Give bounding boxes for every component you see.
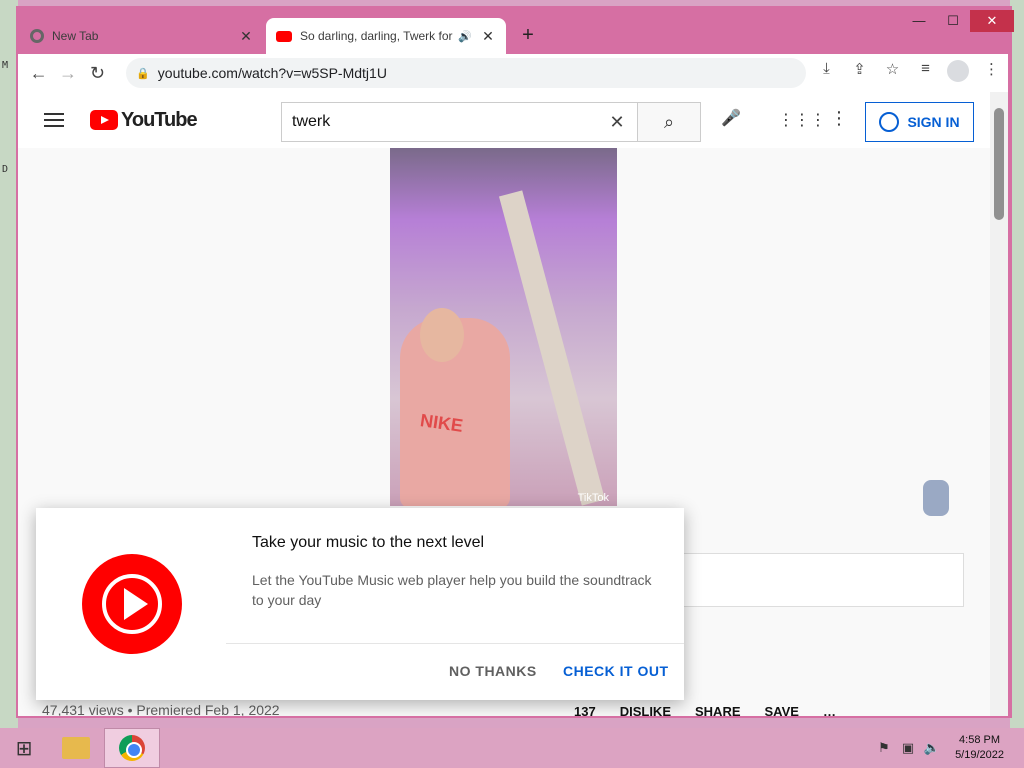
divider <box>226 643 684 644</box>
more-options-icon[interactable]: ⋮ <box>830 108 848 129</box>
tiktok-watermark: TikTok <box>577 492 609 504</box>
video-scene <box>498 190 606 506</box>
forward-arrow-icon[interactable]: → <box>53 63 82 84</box>
apps-grid-icon[interactable]: ⋮⋮⋮ <box>778 110 826 130</box>
sign-in-button[interactable]: SIGN IN <box>865 102 974 142</box>
chrome-icon <box>119 735 145 761</box>
taskbar-file-explorer[interactable] <box>48 728 104 768</box>
url-text: youtube.com/watch?v=w5SP-Mdtj1U <box>157 65 387 81</box>
close-window-button[interactable]: ✕ <box>970 10 1014 32</box>
media-control-icon[interactable]: ≡ <box>909 60 942 86</box>
page-scrollbar[interactable] <box>990 92 1008 716</box>
menu-dots-icon[interactable]: ⋮ <box>975 60 1008 86</box>
flag-icon[interactable]: ⚑ <box>872 740 896 756</box>
back-arrow-icon[interactable]: ← <box>24 63 53 84</box>
folder-icon <box>62 737 90 759</box>
save-button[interactable]: SAVE <box>765 704 799 716</box>
new-tab-button[interactable]: + <box>516 24 540 47</box>
youtube-favicon-icon <box>276 30 292 42</box>
maximize-button[interactable]: ☐ <box>936 10 970 32</box>
tab-strip: New Tab ✕ So darling, darling, Twerk for… <box>16 6 1014 54</box>
scrollbar-thumb[interactable] <box>994 108 1004 220</box>
clear-search-icon[interactable]: ✕ <box>597 112 637 133</box>
youtube-page: YouTube twerk ✕ ⌕ 🎤 ⋮⋮⋮ ⋮ SIGN IN NIKE T… <box>18 92 1008 716</box>
search-button[interactable]: ⌕ <box>637 102 701 142</box>
microphone-icon[interactable]: 🎤 <box>718 108 744 134</box>
hamburger-menu-icon[interactable] <box>44 109 64 131</box>
search-icon: ⌕ <box>663 112 675 132</box>
video-meta: 47,431 views • Premiered Feb 1, 2022 <box>42 702 280 716</box>
profile-icon[interactable] <box>942 60 975 86</box>
youtube-music-logo-icon <box>82 554 182 654</box>
no-thanks-button[interactable]: NO THANKS <box>449 663 537 679</box>
system-tray: ⚑ ▣ 🔈 <box>872 740 944 756</box>
dialog-title: Take your music to the next level <box>252 534 485 551</box>
more-actions-button[interactable]: … <box>823 704 836 716</box>
chrome-icon <box>30 29 44 43</box>
check-it-out-button[interactable]: CHECK IT OUT <box>563 663 669 679</box>
side-panel-box <box>678 553 964 607</box>
video-player[interactable]: NIKE TikTok <box>390 148 617 506</box>
tab-new-tab[interactable]: New Tab ✕ <box>20 18 264 54</box>
close-icon[interactable]: ✕ <box>480 28 496 45</box>
dialog-body: Let the YouTube Music web player help yo… <box>252 572 652 608</box>
download-icon[interactable]: ⤓ <box>810 60 843 86</box>
share-icon[interactable]: ⇪ <box>843 60 876 86</box>
desktop-glyph: D <box>2 164 9 175</box>
like-button[interactable]: 137 <box>574 704 596 716</box>
speaker-icon[interactable]: 🔊 <box>458 30 474 43</box>
sign-in-label: SIGN IN <box>907 114 960 130</box>
channel-avatar[interactable] <box>923 480 949 516</box>
search-value: twerk <box>292 113 331 130</box>
desktop-right-strip <box>1010 0 1024 728</box>
youtube-logo[interactable]: YouTube <box>90 108 198 132</box>
reload-icon[interactable]: ↻ <box>83 63 112 84</box>
taskbar-chrome[interactable] <box>104 728 160 768</box>
youtube-wordmark: YouTube <box>121 108 198 131</box>
browser-window: New Tab ✕ So darling, darling, Twerk for… <box>16 6 1014 718</box>
volume-muted-icon[interactable]: 🔈 <box>920 740 944 756</box>
desktop-glyph: M <box>2 60 9 71</box>
close-icon[interactable]: ✕ <box>238 28 254 45</box>
bookmark-star-icon[interactable]: ☆ <box>876 60 909 86</box>
dislike-button[interactable]: DISLIKE <box>620 704 671 716</box>
clock-time: 4:58 PM <box>959 734 1001 746</box>
clock[interactable]: 4:58 PM 5/19/2022 <box>955 733 1004 763</box>
tab-youtube[interactable]: So darling, darling, Twerk for 🔊 ✕ <box>266 18 506 54</box>
address-bar[interactable]: 🔒 youtube.com/watch?v=w5SP-Mdtj1U <box>126 58 806 88</box>
browser-toolbar: ← → ↻ 🔒 youtube.com/watch?v=w5SP-Mdtj1U … <box>18 54 1008 92</box>
share-button[interactable]: SHARE <box>695 704 741 716</box>
taskbar: ⊞ ⚑ ▣ 🔈 4:58 PM 5/19/2022 <box>0 728 1024 768</box>
clock-date: 5/19/2022 <box>955 749 1004 761</box>
network-icon[interactable]: ▣ <box>896 740 920 756</box>
tab-title: So darling, darling, Twerk for <box>300 29 453 43</box>
lock-icon: 🔒 <box>136 67 150 80</box>
video-scene <box>420 308 464 362</box>
windows-start-icon[interactable]: ⊞ <box>0 736 48 761</box>
account-icon <box>879 112 900 132</box>
toolbar-actions: ⤓ ⇪ ☆ ≡ ⋮ <box>810 60 1008 86</box>
minimize-button[interactable]: — <box>902 10 936 32</box>
video-actions: 137 DISLIKE SHARE SAVE … <box>574 704 860 716</box>
youtube-play-icon <box>90 110 118 130</box>
tab-title: New Tab <box>52 29 99 43</box>
window-controls: — ☐ ✕ <box>902 10 1014 32</box>
youtube-music-promo-dialog: Take your music to the next level Let th… <box>36 508 684 700</box>
search-input[interactable]: twerk ✕ <box>281 102 638 142</box>
